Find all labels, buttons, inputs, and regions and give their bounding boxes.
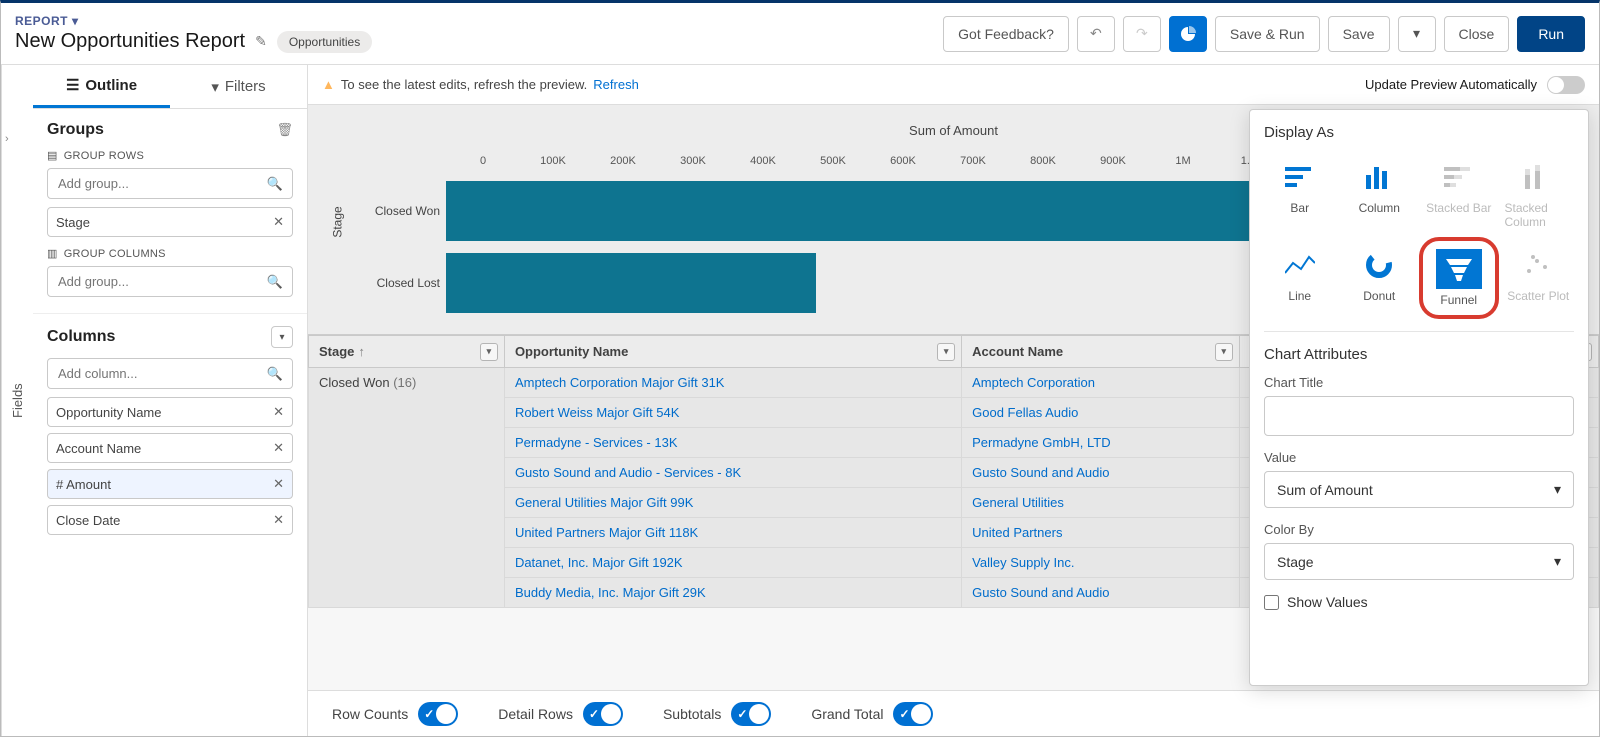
fields-collapsed-strip[interactable]: Fields — [1, 65, 33, 736]
table-footer-toggles: Row Counts Detail Rows Subtotals Grand T… — [308, 690, 1599, 736]
stacked-bar-icon — [1444, 165, 1474, 189]
refresh-link[interactable]: Refresh — [593, 77, 639, 92]
display-as-heading: Display As — [1264, 124, 1574, 141]
chart-type-funnel[interactable]: Funnel — [1423, 241, 1495, 315]
row-counts-toggle[interactable] — [418, 702, 458, 726]
chart-toggle-button[interactable] — [1169, 16, 1207, 52]
report-main: ▲ To see the latest edits, refresh the p… — [308, 65, 1599, 736]
undo-button[interactable]: ↶ — [1077, 16, 1115, 52]
chart-properties-panel: Display As Bar Column Stacked Bar Stacke… — [1249, 109, 1589, 686]
report-header: REPORT ▾ New Opportunities Report ✎ Oppo… — [1, 3, 1599, 65]
grand-total-toggle[interactable] — [893, 702, 933, 726]
close-button[interactable]: Close — [1444, 16, 1510, 52]
remove-icon[interactable]: ✕ — [273, 476, 284, 492]
group-rows-label: ▤ GROUP ROWS — [47, 149, 293, 162]
search-icon: 🔍 — [267, 274, 283, 290]
caret-down-icon: ▾ — [72, 14, 79, 28]
save-menu-button[interactable]: ▾ — [1398, 16, 1436, 52]
chart-type-bar[interactable]: Bar — [1264, 153, 1336, 233]
value-select[interactable]: Sum of Amount▾ — [1264, 471, 1574, 508]
column-chip[interactable]: # Amount✕ — [47, 469, 293, 499]
filter-icon: ▾ — [211, 78, 219, 96]
detail-rows-label: Detail Rows — [498, 706, 573, 722]
column-chip[interactable]: Opportunity Name✕ — [47, 397, 293, 427]
remove-icon[interactable]: ✕ — [273, 214, 284, 230]
chart-title-label: Chart Title — [1264, 375, 1574, 390]
chart-type-donut[interactable]: Donut — [1344, 241, 1416, 315]
chart-type-scatter: Scatter Plot — [1503, 241, 1575, 315]
fields-label: Fields — [10, 383, 25, 418]
bar-closed-won[interactable] — [446, 181, 1266, 241]
remove-icon[interactable]: ✕ — [273, 404, 284, 420]
trash-icon[interactable]: 🗑 — [276, 122, 293, 138]
search-icon: 🔍 — [267, 366, 283, 382]
auto-update-toggle[interactable] — [1547, 76, 1585, 94]
color-by-select[interactable]: Stage▾ — [1264, 543, 1574, 580]
pie-chart-icon — [1180, 26, 1196, 42]
remove-icon[interactable]: ✕ — [273, 440, 284, 456]
bar-label: Closed Won — [368, 204, 446, 218]
show-values-label: Show Values — [1287, 594, 1368, 610]
chevron-right-icon[interactable]: › — [5, 133, 9, 145]
rows-icon: ▤ — [47, 149, 58, 162]
chart-title-input[interactable] — [1264, 396, 1574, 436]
bar-label: Closed Lost — [368, 276, 446, 290]
auto-update-label: Update Preview Automatically — [1365, 77, 1537, 92]
report-title: New Opportunities Report — [15, 30, 245, 53]
caret-down-icon: ▾ — [1554, 553, 1561, 570]
subtotals-label: Subtotals — [663, 706, 721, 722]
scatter-chart-icon — [1523, 253, 1553, 277]
detail-rows-toggle[interactable] — [583, 702, 623, 726]
value-label: Value — [1264, 450, 1574, 465]
outline-sidepanel: ☰ Outline ▾ Filters Groups 🗑 ▤ GROUP ROW… — [33, 65, 308, 736]
chart-y-label: Stage — [331, 206, 345, 237]
pencil-icon[interactable]: ✎ — [255, 33, 267, 50]
column-chart-icon — [1364, 165, 1394, 189]
group-rows-input[interactable] — [47, 168, 293, 199]
chart-title: Sum of Amount — [909, 123, 998, 138]
add-column-input[interactable] — [47, 358, 293, 389]
show-values-checkbox[interactable] — [1264, 595, 1279, 610]
tab-filters[interactable]: ▾ Filters — [170, 65, 307, 108]
column-chip[interactable]: Account Name✕ — [47, 433, 293, 463]
chart-type-line[interactable]: Line — [1264, 241, 1336, 315]
search-icon: 🔍 — [267, 176, 283, 192]
subtotals-toggle[interactable] — [731, 702, 771, 726]
cols-icon: ▥ — [47, 247, 58, 260]
group-cols-input[interactable] — [47, 266, 293, 297]
grand-total-label: Grand Total — [811, 706, 883, 722]
chart-type-stacked-column: Stacked Column — [1503, 153, 1575, 233]
bar-chart-icon — [1285, 165, 1315, 189]
chart-attributes-heading: Chart Attributes — [1264, 346, 1574, 363]
chart-type-stacked-bar: Stacked Bar — [1423, 153, 1495, 233]
caret-down-icon: ▾ — [1554, 481, 1561, 498]
row-counts-label: Row Counts — [332, 706, 408, 722]
funnel-chart-icon — [1444, 257, 1474, 281]
redo-button: ↷ — [1123, 16, 1161, 52]
save-run-button[interactable]: Save & Run — [1215, 16, 1320, 52]
remove-icon[interactable]: ✕ — [273, 512, 284, 528]
refresh-message: To see the latest edits, refresh the pre… — [341, 77, 587, 92]
line-chart-icon — [1285, 253, 1315, 277]
save-button[interactable]: Save — [1328, 16, 1390, 52]
chart-type-column[interactable]: Column — [1344, 153, 1416, 233]
column-chip[interactable]: Close Date✕ — [47, 505, 293, 535]
donut-chart-icon — [1364, 250, 1394, 280]
report-object-tag: Opportunities — [277, 31, 372, 53]
tab-outline[interactable]: ☰ Outline — [33, 65, 170, 108]
groups-heading: Groups — [47, 121, 104, 139]
group-row-chip-stage[interactable]: Stage ✕ — [47, 207, 293, 237]
stacked-column-icon — [1523, 165, 1553, 189]
group-cols-label: ▥ GROUP COLUMNS — [47, 247, 293, 260]
columns-menu-button[interactable]: ▾ — [271, 326, 293, 348]
feedback-button[interactable]: Got Feedback? — [943, 16, 1069, 52]
run-button[interactable]: Run — [1517, 16, 1585, 52]
list-icon: ☰ — [66, 76, 79, 94]
color-by-label: Color By — [1264, 522, 1574, 537]
columns-heading: Columns — [47, 328, 115, 346]
bar-closed-lost[interactable] — [446, 253, 816, 313]
report-type-label[interactable]: REPORT ▾ — [15, 14, 943, 28]
warning-icon: ▲ — [322, 77, 335, 92]
